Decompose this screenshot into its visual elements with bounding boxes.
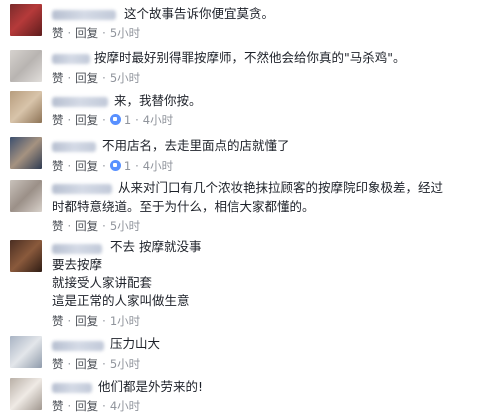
comment-text: 这个故事告诉你便宜莫贪。 [124, 6, 275, 21]
timestamp[interactable]: 5小时 [110, 71, 140, 85]
commenter-name[interactable] [52, 184, 112, 194]
comment-text-line2: 时都特意绕道。至于为什么，相信大家都懂的。 [52, 199, 315, 214]
avatar[interactable] [10, 91, 42, 123]
comment-text: 压力山大 [110, 336, 161, 351]
timestamp[interactable]: 4小时 [143, 159, 173, 173]
timestamp[interactable]: 4小时 [110, 399, 140, 413]
comment-text-line: 就接受人家讲配套 [52, 275, 153, 290]
reply-button[interactable]: 回复 [75, 219, 98, 233]
like-button[interactable]: 赞 [52, 159, 64, 173]
reply-button[interactable]: 回复 [75, 26, 98, 40]
timestamp[interactable]: 4小时 [143, 113, 173, 127]
avatar[interactable] [10, 137, 42, 169]
avatar[interactable] [10, 378, 42, 410]
like-count-icon [109, 160, 121, 171]
comment-text-line1: 从来对门口有几个浓妆艳抹拉顾客的按摩院印象极差，经过 [118, 180, 444, 195]
comment-text-line: 這是正常的人家叫做生意 [52, 293, 190, 308]
timestamp[interactable]: 1小时 [110, 314, 140, 328]
comment-text: 不用店名，去走里面点的店就懂了 [102, 138, 290, 153]
commenter-name[interactable] [52, 383, 92, 393]
comment-actions: 赞 · 回复 · 5小时 [52, 219, 141, 233]
reply-button[interactable]: 回复 [75, 159, 98, 173]
comment-text: 他们都是外劳来的! [98, 379, 204, 394]
commenter-name[interactable] [52, 54, 90, 64]
comment-actions: 赞 · 回复 · 1 · 4小时 [52, 113, 174, 127]
comment-actions: 赞 · 回复 · 5小时 [52, 26, 141, 40]
comment-text-line: 要去按摩 [52, 257, 103, 272]
commenter-name[interactable] [52, 10, 116, 20]
like-button[interactable]: 赞 [52, 399, 64, 413]
like-count[interactable]: 1 [124, 159, 131, 173]
comment-actions: 赞 · 回复 · 1小时 [52, 314, 141, 328]
avatar[interactable] [10, 336, 42, 368]
like-button[interactable]: 赞 [52, 357, 64, 371]
commenter-name[interactable] [52, 244, 102, 254]
comment-thread: 这个故事告诉你便宜莫贪。 赞 · 回复 · 5小时 按摩时最好别得罪按摩师，不然他会给你… [0, 0, 494, 415]
commenter-name[interactable] [52, 142, 96, 152]
comment-actions: 赞 · 回复 · 5小时 [52, 357, 141, 371]
timestamp[interactable]: 5小时 [110, 357, 140, 371]
comment-actions: 赞 · 回复 · 1 · 4小时 [52, 159, 174, 173]
comment-actions: 赞 · 回复 · 5小时 [52, 71, 141, 85]
avatar[interactable] [10, 240, 42, 272]
commenter-name[interactable] [52, 97, 108, 107]
like-count[interactable]: 1 [124, 113, 131, 127]
avatar[interactable] [10, 4, 42, 36]
timestamp[interactable]: 5小时 [110, 26, 140, 40]
like-button[interactable]: 赞 [52, 26, 64, 40]
commenter-name[interactable] [52, 341, 104, 351]
reply-button[interactable]: 回复 [75, 314, 98, 328]
reply-button[interactable]: 回复 [75, 399, 98, 413]
like-button[interactable]: 赞 [52, 314, 64, 328]
like-button[interactable]: 赞 [52, 71, 64, 85]
timestamp[interactable]: 5小时 [110, 219, 140, 233]
like-count-icon [109, 114, 121, 125]
reply-button[interactable]: 回复 [75, 357, 98, 371]
comment-text: 按摩时最好别得罪按摩师，不然他会给你真的"马杀鸡"。 [94, 50, 406, 65]
like-button[interactable]: 赞 [52, 113, 64, 127]
comment-text: 不去 按摩就没事 [110, 239, 202, 254]
comment-actions: 赞 · 回复 · 4小时 [52, 399, 141, 413]
reply-button[interactable]: 回复 [75, 113, 98, 127]
avatar[interactable] [10, 180, 42, 212]
avatar[interactable] [10, 50, 42, 82]
comment-text: 来，我替你按。 [114, 93, 202, 108]
like-button[interactable]: 赞 [52, 219, 64, 233]
reply-button[interactable]: 回复 [75, 71, 98, 85]
